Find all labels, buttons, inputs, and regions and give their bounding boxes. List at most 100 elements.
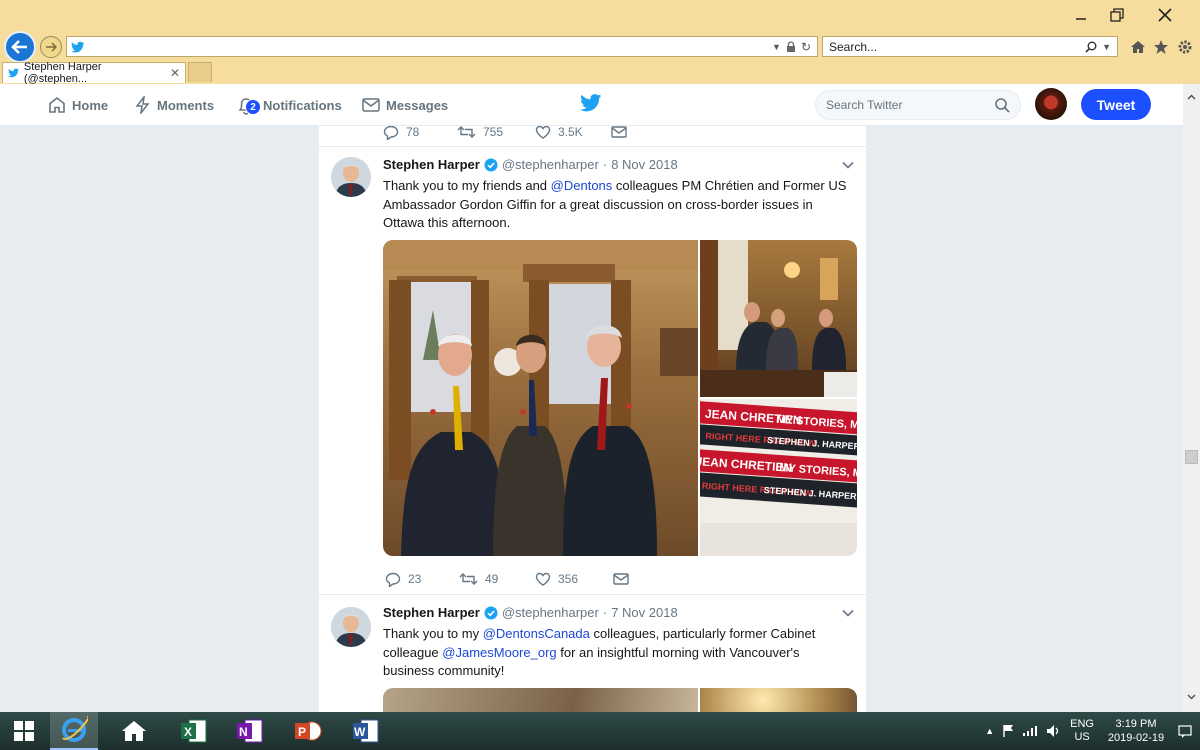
- browser-search-input[interactable]: Search... ▼: [822, 36, 1118, 57]
- profile-photo-icon: [331, 607, 371, 647]
- tweet-text-part: Thank you to my friends and: [383, 178, 551, 193]
- chevron-up-icon[interactable]: ▲: [985, 726, 994, 736]
- like-action[interactable]: 3.5K: [535, 126, 611, 139]
- photo-partial[interactable]: [383, 688, 698, 712]
- author-name[interactable]: Stephen Harper: [383, 605, 480, 620]
- forward-button[interactable]: [40, 36, 62, 58]
- address-bar[interactable]: ▼ ↻: [66, 36, 818, 57]
- arrow-left-icon: [11, 40, 27, 54]
- avatar[interactable]: [331, 157, 371, 197]
- scrollbar-thumb[interactable]: [1185, 450, 1198, 464]
- tweet[interactable]: Stephen Harper @stephenharper · 7 Nov 20…: [319, 594, 866, 712]
- tweet-button[interactable]: Tweet: [1081, 89, 1151, 120]
- taskbar-powerpoint[interactable]: P: [284, 712, 332, 750]
- avatar[interactable]: [331, 607, 371, 647]
- tweet-text: Thank you to my friends and @Dentons col…: [383, 177, 853, 233]
- retweet-action[interactable]: 755: [457, 126, 535, 139]
- reply-icon: [385, 572, 401, 587]
- direct-message-action[interactable]: [611, 126, 627, 138]
- refresh-icon[interactable]: ↻: [801, 40, 811, 54]
- tweet-media[interactable]: JEAN CHRETIEN MY STORIES, MY TIMES RIGHT…: [383, 240, 857, 556]
- author-name[interactable]: Stephen Harper: [383, 157, 480, 172]
- retweet-icon: [459, 573, 478, 585]
- nav-home[interactable]: Home: [48, 84, 108, 126]
- lightning-icon: [135, 96, 150, 114]
- like-count: 3.5K: [558, 126, 583, 139]
- chevron-down-icon[interactable]: [842, 609, 854, 617]
- system-tray: ▲ ENG US 3:19 PM 2019-02-19: [985, 712, 1192, 750]
- flag-icon[interactable]: [1002, 724, 1014, 738]
- speaker-icon[interactable]: [1046, 724, 1062, 738]
- photo-meeting-icon: [700, 240, 857, 397]
- nav-messages[interactable]: Messages: [362, 84, 448, 126]
- tab-close-button[interactable]: ✕: [170, 66, 180, 80]
- nav-home-label: Home: [72, 97, 109, 113]
- reply-action[interactable]: 23: [385, 572, 459, 587]
- reply-action[interactable]: 78: [383, 126, 457, 140]
- nav-notifications[interactable]: 2 Notifications: [237, 84, 342, 126]
- start-button[interactable]: [0, 712, 48, 750]
- tweet-date[interactable]: 7 Nov 2018: [611, 605, 678, 620]
- photo-meeting-room[interactable]: [700, 240, 857, 397]
- network-signal-icon[interactable]: [1022, 725, 1038, 737]
- mention-link[interactable]: @DentonsCanada: [483, 626, 590, 641]
- direct-message-action[interactable]: [613, 573, 629, 585]
- home-button[interactable]: [1128, 38, 1148, 56]
- favorites-button[interactable]: [1151, 38, 1171, 56]
- taskbar-internet-explorer[interactable]: [50, 712, 98, 750]
- author-handle[interactable]: @stephenharper: [502, 157, 599, 172]
- tweet-header: Stephen Harper @stephenharper · 8 Nov 20…: [383, 157, 678, 172]
- taskbar-home[interactable]: [110, 712, 158, 750]
- taskbar-excel[interactable]: X: [170, 712, 218, 750]
- search-icon[interactable]: [994, 97, 1010, 113]
- taskbar-word[interactable]: W: [342, 712, 390, 750]
- photo-group-standing[interactable]: [383, 240, 698, 556]
- language-indicator[interactable]: ENG US: [1070, 718, 1094, 744]
- reply-count: 23: [408, 572, 422, 586]
- notification-center-icon[interactable]: [1178, 724, 1192, 738]
- mention-link[interactable]: @Dentons: [551, 178, 613, 193]
- tweet[interactable]: Stephen Harper @stephenharper · 8 Nov 20…: [319, 146, 866, 594]
- heart-icon: [535, 126, 551, 139]
- chevron-down-icon[interactable]: [842, 161, 854, 169]
- maximize-button[interactable]: [1094, 0, 1140, 30]
- clock[interactable]: 3:19 PM 2019-02-19: [1102, 717, 1170, 745]
- photo-books[interactable]: JEAN CHRETIEN MY STORIES, MY TIMES RIGHT…: [700, 399, 857, 556]
- arrow-right-icon: [46, 42, 57, 52]
- twitter-favicon-icon: [71, 41, 85, 52]
- twitter-search-placeholder: Search Twitter: [826, 98, 903, 112]
- twitter-logo-icon[interactable]: [580, 94, 602, 112]
- scroll-up-icon[interactable]: [1187, 94, 1196, 100]
- separator-dot: ·: [602, 605, 608, 620]
- photo-partial[interactable]: [700, 688, 857, 712]
- tweet-media[interactable]: [383, 688, 857, 712]
- back-button[interactable]: [4, 31, 36, 63]
- page-scrollbar[interactable]: [1183, 84, 1200, 712]
- dropdown-icon[interactable]: ▼: [1102, 42, 1111, 52]
- word-icon: W: [353, 719, 379, 743]
- profile-photo-icon: [331, 157, 371, 197]
- author-handle[interactable]: @stephenharper: [502, 605, 599, 620]
- close-window-button[interactable]: [1140, 0, 1190, 30]
- tweet-date[interactable]: 8 Nov 2018: [611, 157, 678, 172]
- tweet-text: Thank you to my @DentonsCanada colleague…: [383, 625, 853, 681]
- svg-text:X: X: [184, 725, 192, 739]
- retweet-action[interactable]: 49: [459, 572, 535, 586]
- new-tab-button[interactable]: [188, 62, 212, 82]
- tweet-actions: 23 49 356: [385, 569, 629, 589]
- tools-button[interactable]: [1175, 38, 1195, 56]
- profile-avatar[interactable]: [1035, 88, 1067, 120]
- browser-tab[interactable]: Stephen Harper (@stephen... ✕: [2, 61, 186, 85]
- svg-text:N: N: [239, 725, 248, 739]
- retweet-icon: [457, 126, 476, 138]
- mention-link[interactable]: @JamesMoore_org: [442, 645, 556, 660]
- taskbar-onenote[interactable]: N: [226, 712, 274, 750]
- like-action[interactable]: 356: [535, 572, 613, 586]
- home-icon: [1131, 41, 1145, 53]
- dropdown-icon[interactable]: ▼: [772, 42, 781, 52]
- scroll-down-icon[interactable]: [1187, 694, 1196, 700]
- search-icon[interactable]: [1085, 41, 1097, 53]
- nav-moments[interactable]: Moments: [135, 84, 214, 126]
- onenote-icon: N: [237, 719, 263, 743]
- twitter-search-input[interactable]: Search Twitter: [815, 90, 1021, 120]
